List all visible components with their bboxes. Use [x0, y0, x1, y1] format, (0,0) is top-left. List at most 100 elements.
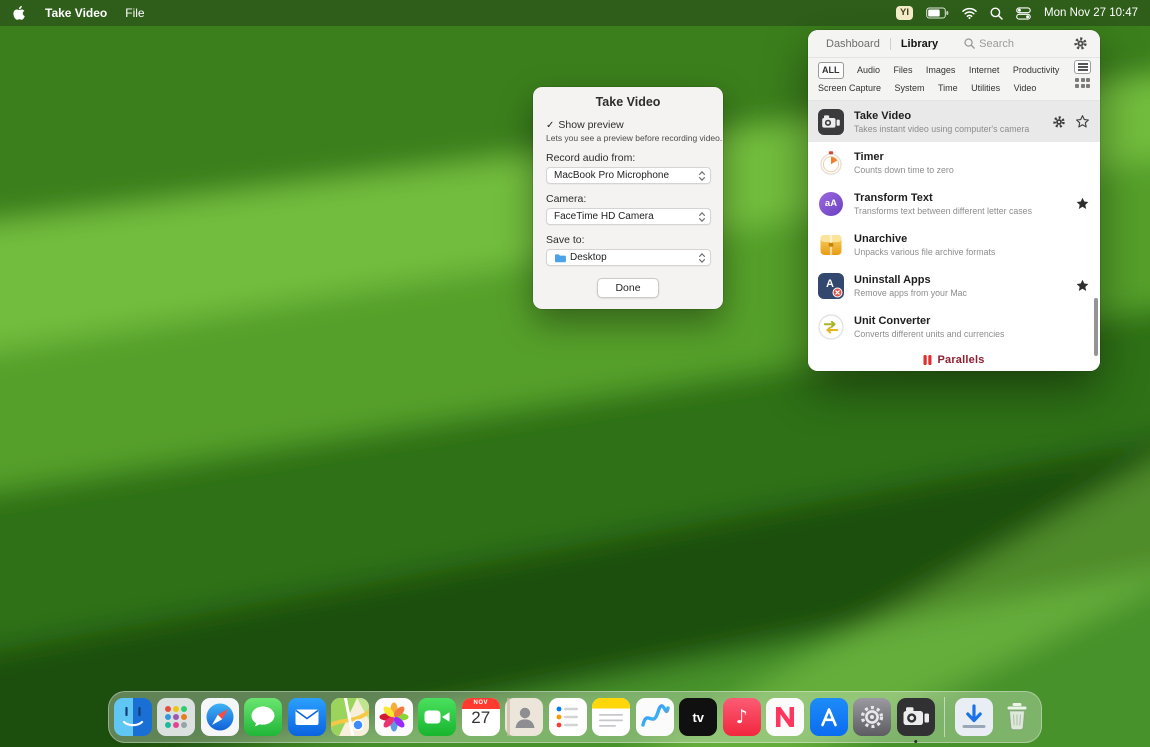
tool-row-transform-text[interactable]: aA Transform Text Transforms text betwee… [808, 183, 1100, 224]
category-video[interactable]: Video [1014, 81, 1037, 96]
favorite-star-filled-icon[interactable] [1075, 196, 1090, 211]
tool-desc: Counts down time to zero [854, 164, 954, 175]
camera-value: FaceTime HD Camera [554, 211, 654, 222]
dock-news[interactable] [766, 698, 805, 736]
control-center-icon[interactable] [1016, 6, 1031, 20]
unarchive-tool-icon [818, 232, 844, 258]
dock-reminders[interactable] [548, 698, 587, 736]
battery-icon[interactable] [926, 7, 949, 19]
favorite-star-outline-icon[interactable] [1075, 114, 1090, 129]
parallels-toolbox-window: Dashboard Library Search ALL Audio Files… [808, 30, 1100, 371]
dock-freeform[interactable] [635, 698, 674, 736]
favorite-star-filled-icon[interactable] [1075, 278, 1090, 293]
music-note-glyph: ♪ [735, 706, 748, 728]
category-productivity[interactable]: Productivity [1013, 63, 1060, 78]
take-video-tool-icon [818, 108, 844, 135]
show-preview-checkbox[interactable]: ✓ Show preview [546, 119, 723, 131]
tool-name: Transform Text [854, 191, 933, 204]
apple-menu-icon[interactable] [12, 5, 27, 22]
done-button[interactable]: Done [597, 278, 659, 298]
tool-desc: Unpacks various file archive formats [854, 246, 996, 257]
file-menu[interactable]: File [125, 6, 144, 20]
tool-desc: Takes instant video using computer's cam… [854, 123, 1030, 134]
category-internet[interactable]: Internet [969, 63, 1000, 78]
category-all[interactable]: ALL [818, 62, 844, 79]
list-view-icon[interactable] [1074, 60, 1091, 74]
show-preview-label: Show preview [558, 119, 624, 131]
transform-text-glyph: aA [824, 198, 838, 209]
dock-contacts[interactable] [505, 698, 544, 736]
tool-name: Take Video [854, 109, 912, 122]
dock-maps[interactable] [331, 698, 370, 736]
calendar-month-label: NOV [473, 700, 488, 706]
folder-icon [554, 253, 566, 263]
tool-name: Unarchive [854, 232, 908, 245]
popup-chevrons-icon [695, 251, 708, 264]
toolbox-settings-gear-icon[interactable] [1073, 36, 1088, 51]
category-audio[interactable]: Audio [857, 63, 880, 78]
save-to-select[interactable]: Desktop [546, 249, 711, 266]
category-utilities[interactable]: Utilities [971, 81, 1000, 96]
tab-library[interactable]: Library [895, 38, 944, 50]
tab-divider [889, 37, 891, 50]
tool-row-unarchive[interactable]: Unarchive Unpacks various file archive f… [808, 224, 1100, 265]
camera-select[interactable]: FaceTime HD Camera [546, 208, 711, 225]
dock-messages[interactable] [244, 698, 283, 736]
dock-mail[interactable] [287, 698, 326, 736]
dock-launchpad[interactable] [157, 698, 196, 736]
tool-desc: Remove apps from your Mac [854, 287, 967, 298]
parallels-logo-icon [923, 354, 932, 365]
category-time[interactable]: Time [938, 81, 958, 96]
save-to-label: Save to: [546, 234, 585, 246]
tool-row-uninstall-apps[interactable]: A Uninstall Apps Remove apps from your M… [808, 265, 1100, 306]
dock-app-store[interactable] [809, 698, 848, 736]
dock-notes[interactable] [592, 698, 631, 736]
dock-finder[interactable] [113, 698, 152, 736]
tool-row-unit-converter[interactable]: Unit Converter Converts different units … [808, 306, 1100, 347]
dock-tv[interactable]: tv [679, 698, 718, 736]
preview-hint-text: Lets you see a preview before recording … [546, 133, 723, 143]
dock-music[interactable]: ♪ [722, 698, 761, 736]
tab-dashboard[interactable]: Dashboard [820, 38, 886, 50]
dock-calendar[interactable]: NOV 27 [461, 698, 500, 736]
toolbox-header: Dashboard Library Search ALL Audio Files… [808, 30, 1100, 101]
dock-take-video[interactable] [896, 698, 935, 743]
tool-settings-gear-icon[interactable] [1052, 115, 1066, 129]
dock-photos[interactable] [374, 698, 413, 736]
parallels-wordmark: Parallels [937, 353, 985, 366]
tool-desc: Converts different units and currencies [854, 328, 1005, 339]
category-images[interactable]: Images [926, 63, 956, 78]
grid-view-icon[interactable] [1074, 78, 1091, 88]
wifi-icon[interactable] [962, 7, 977, 19]
calendar-day-label: 27 [471, 708, 491, 727]
menu-bar: Take Video File YI Mon Nov 27 10:47 [0, 0, 1150, 26]
dock-facetime[interactable] [418, 698, 457, 736]
dock-separator [944, 697, 946, 737]
search-placeholder: Search [979, 37, 1014, 50]
panel-scrollbar[interactable] [1094, 298, 1098, 356]
tool-row-timer[interactable]: Timer Counts down time to zero [808, 142, 1100, 183]
search-icon [964, 38, 975, 49]
record-audio-value: MacBook Pro Microphone [554, 170, 670, 181]
spotlight-search-icon[interactable] [990, 7, 1003, 20]
dock-safari[interactable] [200, 698, 239, 736]
dock-system-settings[interactable] [853, 698, 892, 736]
dock-downloads[interactable] [954, 698, 993, 736]
menu-bar-clock[interactable]: Mon Nov 27 10:47 [1044, 7, 1138, 19]
checkmark-icon: ✓ [546, 119, 555, 131]
parallels-footer: Parallels [808, 348, 1100, 371]
dock: NOV 27 tv ♪ [108, 691, 1042, 743]
active-app-menu[interactable]: Take Video [45, 6, 107, 20]
save-to-value: Desktop [570, 252, 607, 263]
record-audio-select[interactable]: MacBook Pro Microphone [546, 167, 711, 184]
toolbox-search-input[interactable]: Search [964, 38, 1014, 50]
tool-row-take-video[interactable]: Take Video Takes instant video using com… [808, 101, 1100, 142]
category-system[interactable]: System [895, 81, 925, 96]
input-source-badge[interactable]: YI [896, 6, 914, 20]
category-screen-capture[interactable]: Screen Capture [818, 81, 881, 96]
tool-name: Unit Converter [854, 314, 931, 327]
unit-converter-tool-icon [818, 313, 844, 340]
take-video-dialog: Take Video ✓ Show preview Lets you see a… [533, 87, 723, 309]
category-files[interactable]: Files [893, 63, 912, 78]
dock-trash[interactable] [998, 698, 1036, 736]
